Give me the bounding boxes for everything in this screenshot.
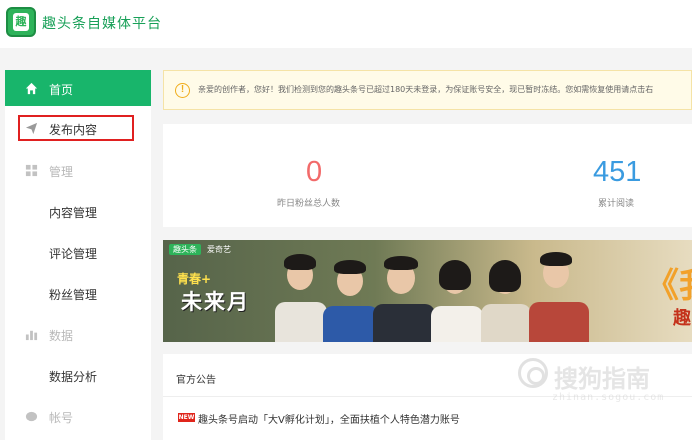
banner-title-large: 未来月 [181, 290, 250, 314]
sidebar-item-label: 粉丝管理 [49, 288, 98, 302]
sidebar-item-label: 内容管理 [49, 206, 98, 220]
sidebar-item-fans-manage[interactable]: 粉丝管理 [5, 275, 151, 311]
banner-brand-right: 爱奇艺 [207, 245, 231, 254]
promo-banner[interactable]: 趣头条爱奇艺 青春+ 未来月 《我 趣 [163, 240, 692, 342]
sidebar-group-label: 管理 [49, 165, 74, 179]
sidebar-group-account[interactable]: 帐号 [5, 398, 151, 434]
sidebar-group-manage[interactable]: 管理 [5, 152, 151, 188]
banner-title-small: 青春+ [177, 272, 212, 286]
stats-panel: 0 昨日粉丝总人数 451 累计阅读 [163, 124, 692, 227]
announcement-link[interactable]: 趣头条号启动「大V孵化计划」，全面扶植个人特色潜力账号 [198, 411, 460, 426]
banner-title-right-small: 趣 [673, 308, 691, 329]
publish-highlight-box [18, 115, 134, 141]
home-icon [25, 82, 38, 95]
sidebar-group-label: 帐号 [49, 411, 74, 425]
app-title[interactable]: 趣头条自媒体平台 [42, 13, 162, 33]
new-badge: NEW [178, 413, 195, 422]
top-bar: 趣 趣头条自媒体平台 [0, 0, 692, 48]
sidebar-item-label: 评论管理 [49, 247, 98, 261]
sidebar-item-content-manage[interactable]: 内容管理 [5, 193, 151, 229]
banner-brand-row: 趣头条 爱奇艺 [169, 244, 231, 258]
sogou-watermark: 搜狗指南 zhinan.sogou.com [518, 356, 688, 416]
warning-icon: ! [175, 83, 190, 98]
sogou-logo-icon [518, 358, 548, 388]
app-logo[interactable]: 趣 [6, 7, 36, 37]
fans-count: 0 [306, 156, 323, 188]
watermark-subtext: zhinan.sogou.com [552, 392, 665, 403]
sidebar-item-comment-manage[interactable]: 评论管理 [5, 234, 151, 270]
sidebar-item-home[interactable]: 首页 [5, 70, 151, 106]
sidebar-item-data-analysis[interactable]: 数据分析 [5, 357, 151, 393]
reads-count: 451 [593, 156, 642, 188]
reads-count-label: 累计阅读 [598, 199, 635, 209]
sidebar-group-data[interactable]: 数据 [5, 316, 151, 352]
notice-text: 亲爱的创作者，您好！我们检测到您的趣头条号已超过180天未登录，为保证账号安全，… [198, 85, 654, 94]
sidebar-group-label: 数据 [49, 329, 74, 343]
grid-icon [25, 164, 38, 177]
watermark-text: 搜狗指南 [554, 365, 650, 393]
bar-chart-icon [25, 330, 38, 341]
app-logo-glyph: 趣 [13, 13, 29, 31]
sidebar-item-label: 数据分析 [49, 370, 98, 384]
announcements-title: 官方公告 [176, 375, 216, 386]
account-icon [25, 411, 38, 422]
fans-count-label: 昨日粉丝总人数 [277, 199, 341, 209]
sidebar: 首页 发布内容 管理 内容管理 评论管理 粉丝管理 数据 数据分析 帐号 [5, 70, 151, 440]
banner-brand-left: 趣头条 [169, 244, 201, 255]
account-frozen-notice: ! 亲爱的创作者，您好！我们检测到您的趣头条号已超过180天未登录，为保证账号安… [163, 70, 692, 110]
banner-title-right: 《我 [645, 266, 692, 306]
sidebar-item-label: 首页 [49, 83, 74, 97]
